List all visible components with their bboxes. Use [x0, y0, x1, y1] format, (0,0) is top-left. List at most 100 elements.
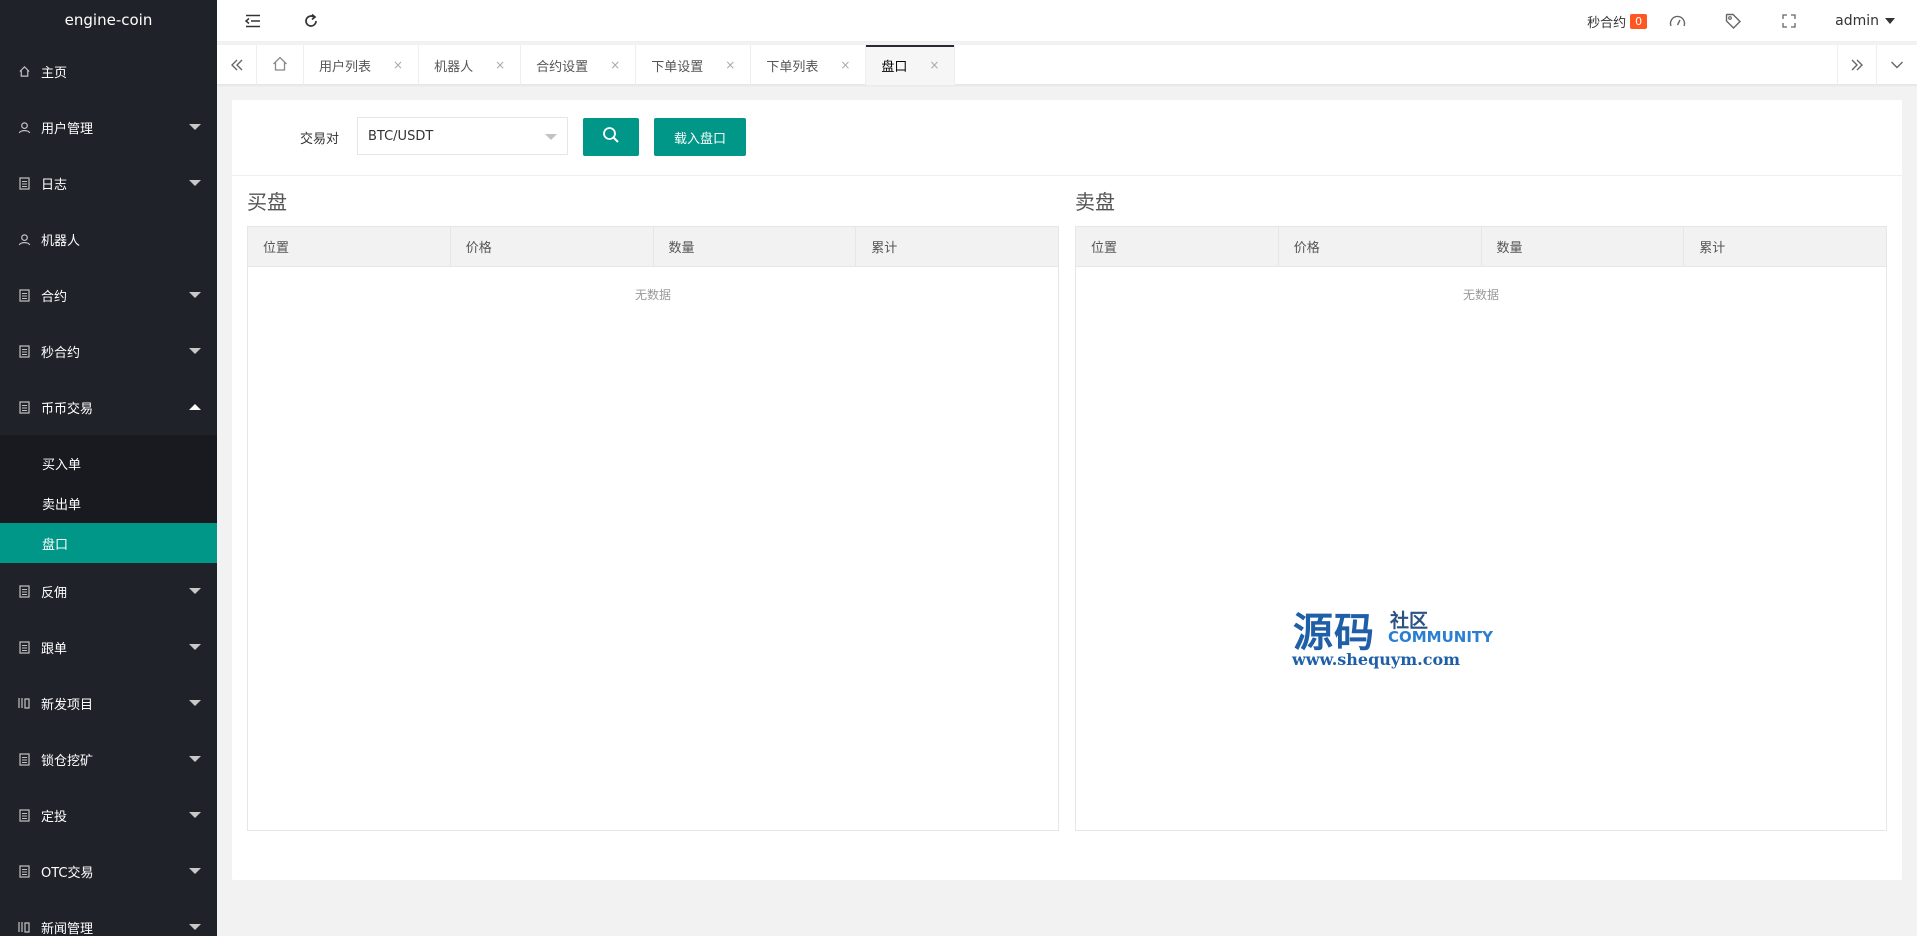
- home-icon: [272, 56, 288, 75]
- sidebar-item-home[interactable]: 主页: [0, 43, 217, 99]
- user-menu[interactable]: admin: [1835, 13, 1895, 29]
- filter-row: 交易对 BTC/USDT 载入盘口: [232, 100, 1902, 176]
- tab-label: 机器人: [434, 59, 474, 75]
- empty-state: 无数据: [634, 288, 671, 302]
- sidebar-item-coin-trade[interactable]: 币币交易: [0, 379, 217, 435]
- tab-user-list[interactable]: 用户列表 ×: [304, 45, 420, 85]
- tab-scroll-right-icon[interactable]: [1837, 45, 1877, 85]
- sidebar-subnav-coin-trade: 买入单 卖出单 盘口: [0, 435, 217, 563]
- sidebar-item-contract[interactable]: 合约: [0, 267, 217, 323]
- sidebar-item-new-project[interactable]: 新发项目: [0, 675, 217, 731]
- chevron-up-icon: [189, 404, 201, 410]
- chevron-down-icon: [189, 644, 201, 650]
- sidebar-item-news[interactable]: 新闻管理: [0, 899, 217, 936]
- user-icon: [17, 232, 31, 246]
- doc-icon: [17, 584, 31, 598]
- second-contract-label[interactable]: 秒合约: [1587, 12, 1626, 31]
- close-icon[interactable]: ×: [929, 58, 939, 72]
- doc-icon: [17, 176, 31, 190]
- chevron-down-icon: [1885, 18, 1895, 24]
- column-header-price[interactable]: 价格: [451, 227, 654, 266]
- search-button[interactable]: [583, 118, 639, 156]
- tab-home[interactable]: [257, 45, 304, 85]
- close-icon[interactable]: ×: [495, 58, 505, 72]
- column-header-quantity[interactable]: 数量: [1482, 227, 1685, 266]
- close-icon[interactable]: ×: [840, 58, 850, 72]
- trade-pair-select[interactable]: BTC/USDT: [357, 117, 568, 155]
- sidebar-item-label: 反佣: [41, 585, 68, 601]
- sidebar-item-label: 秒合约: [41, 345, 81, 361]
- tab-bar: 用户列表 × 机器人 × 合约设置 × 下单设置 × 下单列表 × 盘口 ×: [217, 45, 1917, 85]
- buy-panel-title: 买盘: [247, 190, 287, 214]
- sidebar-item-rebate[interactable]: 反佣: [0, 563, 217, 619]
- close-icon[interactable]: ×: [610, 58, 620, 72]
- sidebar-subitem-buy-orders[interactable]: 买入单: [0, 443, 217, 483]
- column-header-total[interactable]: 累计: [856, 227, 1058, 266]
- trade-pair-value: BTC/USDT: [368, 128, 434, 144]
- column-header-position[interactable]: 位置: [1076, 227, 1279, 266]
- user-icon: [17, 120, 31, 134]
- chevron-down-icon: [545, 134, 557, 140]
- sidebar-item-second-contract[interactable]: 秒合约: [0, 323, 217, 379]
- column-header-total[interactable]: 累计: [1684, 227, 1886, 266]
- sidebar-subitem-orderbook[interactable]: 盘口: [0, 523, 217, 563]
- doc-icon: [17, 400, 31, 414]
- dashboard-icon[interactable]: [1667, 11, 1687, 31]
- tab-order-list[interactable]: 下单列表 ×: [751, 45, 867, 85]
- tab-robot[interactable]: 机器人 ×: [419, 45, 522, 85]
- home-icon: [17, 64, 31, 78]
- sidebar-item-label: 跟单: [41, 641, 68, 657]
- tab-list: 用户列表 × 机器人 × 合约设置 × 下单设置 × 下单列表 × 盘口 ×: [257, 45, 956, 85]
- sidebar-item-robot[interactable]: 机器人: [0, 211, 217, 267]
- sidebar-item-label: 日志: [41, 177, 68, 193]
- sidebar-item-lock-mining[interactable]: 锁仓挖矿: [0, 731, 217, 787]
- tab-menu-chevron-down-icon[interactable]: [1877, 45, 1917, 85]
- load-orderbook-button[interactable]: 载入盘口: [654, 118, 746, 156]
- doc-icon: [17, 808, 31, 822]
- doc-icon: [17, 288, 31, 302]
- app-logo: engine-coin: [64, 11, 153, 29]
- tab-scroll-left-icon[interactable]: [217, 45, 257, 85]
- chevron-down-icon: [189, 812, 201, 818]
- tab-order-settings[interactable]: 下单设置 ×: [636, 45, 752, 85]
- grid-icon: [17, 696, 31, 710]
- sidebar-subitem-sell-orders[interactable]: 卖出单: [0, 483, 217, 523]
- sidebar-item-user-management[interactable]: 用户管理: [0, 99, 217, 155]
- refresh-icon[interactable]: [301, 11, 321, 31]
- sidebar-item-log[interactable]: 日志: [0, 155, 217, 211]
- tab-label: 合约设置: [536, 59, 589, 75]
- doc-icon: [17, 640, 31, 654]
- top-header: 秒合约 0 admin: [217, 0, 1917, 42]
- watermark-community-text: COMMUNITY: [1388, 628, 1494, 646]
- tab-label: 下单列表: [766, 59, 819, 75]
- grid-icon: [17, 920, 31, 934]
- orderbook-card: 交易对 BTC/USDT 载入盘口 买盘 位置 价格 数量 累计 无数据 卖盘 …: [232, 100, 1902, 880]
- tab-label: 盘口: [881, 59, 908, 75]
- sidebar-item-otc[interactable]: OTC交易: [0, 843, 217, 899]
- username: admin: [1835, 13, 1879, 29]
- sidebar-item-label: 新发项目: [41, 697, 94, 713]
- tab-label: 用户列表: [319, 59, 372, 75]
- tab-orderbook[interactable]: 盘口 ×: [866, 45, 956, 85]
- sidebar-item-label: OTC交易: [41, 865, 94, 881]
- tab-label: 下单设置: [651, 59, 704, 75]
- sidebar-item-copy-trade[interactable]: 跟单: [0, 619, 217, 675]
- sell-table: 位置 价格 数量 累计 无数据: [1075, 226, 1887, 831]
- tab-contract-settings[interactable]: 合约设置 ×: [521, 45, 637, 85]
- chevron-down-icon: [189, 348, 201, 354]
- chevron-down-icon: [189, 588, 201, 594]
- status-badge: 0: [1630, 13, 1648, 29]
- sidebar-item-label: 锁仓挖矿: [41, 753, 94, 769]
- tag-icon[interactable]: [1723, 11, 1743, 31]
- fullscreen-icon[interactable]: [1779, 11, 1799, 31]
- close-icon[interactable]: ×: [393, 58, 403, 72]
- chevron-down-icon: [189, 868, 201, 874]
- column-header-quantity[interactable]: 数量: [654, 227, 857, 266]
- doc-icon: [17, 752, 31, 766]
- menu-collapse-icon[interactable]: [243, 11, 263, 31]
- column-header-position[interactable]: 位置: [248, 227, 451, 266]
- close-icon[interactable]: ×: [725, 58, 735, 72]
- sidebar-item-fixed-invest[interactable]: 定投: [0, 787, 217, 843]
- column-header-price[interactable]: 价格: [1279, 227, 1482, 266]
- sidebar-item-label: 新闻管理: [41, 921, 94, 936]
